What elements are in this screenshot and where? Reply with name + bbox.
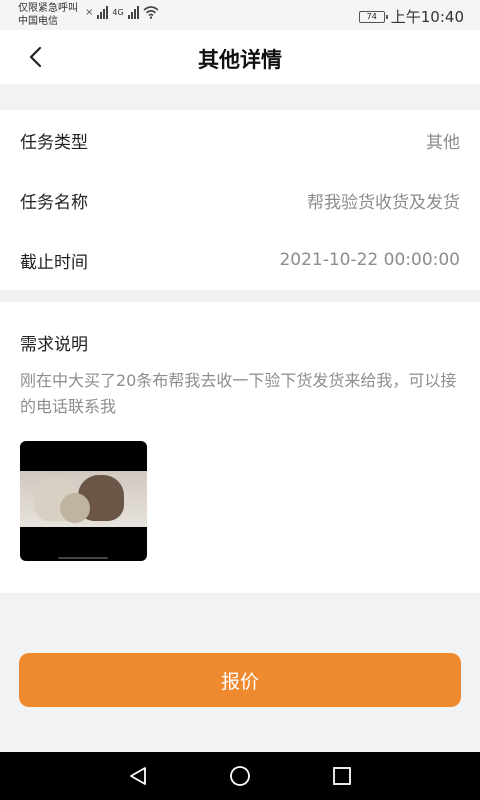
wifi-icon [143,6,159,19]
system-recents-button[interactable] [330,764,354,788]
no-sim-icon: × [85,7,94,18]
photo-detail-3 [60,493,90,523]
page-title: 其他详情 [198,48,282,72]
deadline-label: 截止时间 [20,252,88,273]
nav-bar: 其他详情 [0,30,480,84]
status-right: 74 上午10:40 [358,6,464,27]
task-name-row: 任务名称 帮我验货收货及发货 [0,170,480,230]
task-type-label: 任务类型 [20,132,88,153]
carrier-line1: 仅限紧急呼叫 [18,3,78,14]
task-type-value: 其他 [426,132,460,153]
deadline-value: 2021-10-22 00:00:00 [279,250,460,270]
photo-scrub-bar [58,557,108,559]
system-nav-bar [0,752,480,800]
description-title: 需求说明 [20,335,88,355]
clock: 上午10:40 [390,8,464,26]
triangle-back-icon [130,767,146,785]
battery-icon: 74 [358,10,388,23]
task-name-label: 任务名称 [20,192,88,213]
system-back-button[interactable] [126,764,150,788]
circle-home-icon [230,766,250,786]
task-name-value: 帮我验货收货及发货 [307,192,460,213]
square-recents-icon [333,767,351,785]
description-card: 需求说明 刚在中大买了20条布帮我去收一下验下货发货来给我，可以接的电话联系我 [0,302,480,593]
task-type-row: 任务类型 其他 [0,110,480,170]
task-info-card: 任务类型 其他 任务名称 帮我验货收货及发货 截止时间 2021-10-22 0… [0,110,480,290]
quote-button[interactable]: 报价 [19,653,461,707]
status-bar: 仅限紧急呼叫 中国电信 × 4G 74 上午10:40 [0,0,480,30]
network-type: 4G [112,8,124,17]
carrier-info: 仅限紧急呼叫 中国电信 [18,2,78,28]
description-text: 刚在中大买了20条布帮我去收一下验下货发货来给我，可以接的电话联系我 [20,371,457,416]
deadline-row: 截止时间 2021-10-22 00:00:00 [0,230,480,290]
status-icons: × 4G [85,6,159,19]
system-home-button[interactable] [228,764,252,788]
attachment-thumbnail[interactable] [20,441,147,561]
signal-icon-1 [97,6,109,19]
carrier-line2: 中国电信 [18,16,58,27]
signal-icon-2 [127,6,139,19]
